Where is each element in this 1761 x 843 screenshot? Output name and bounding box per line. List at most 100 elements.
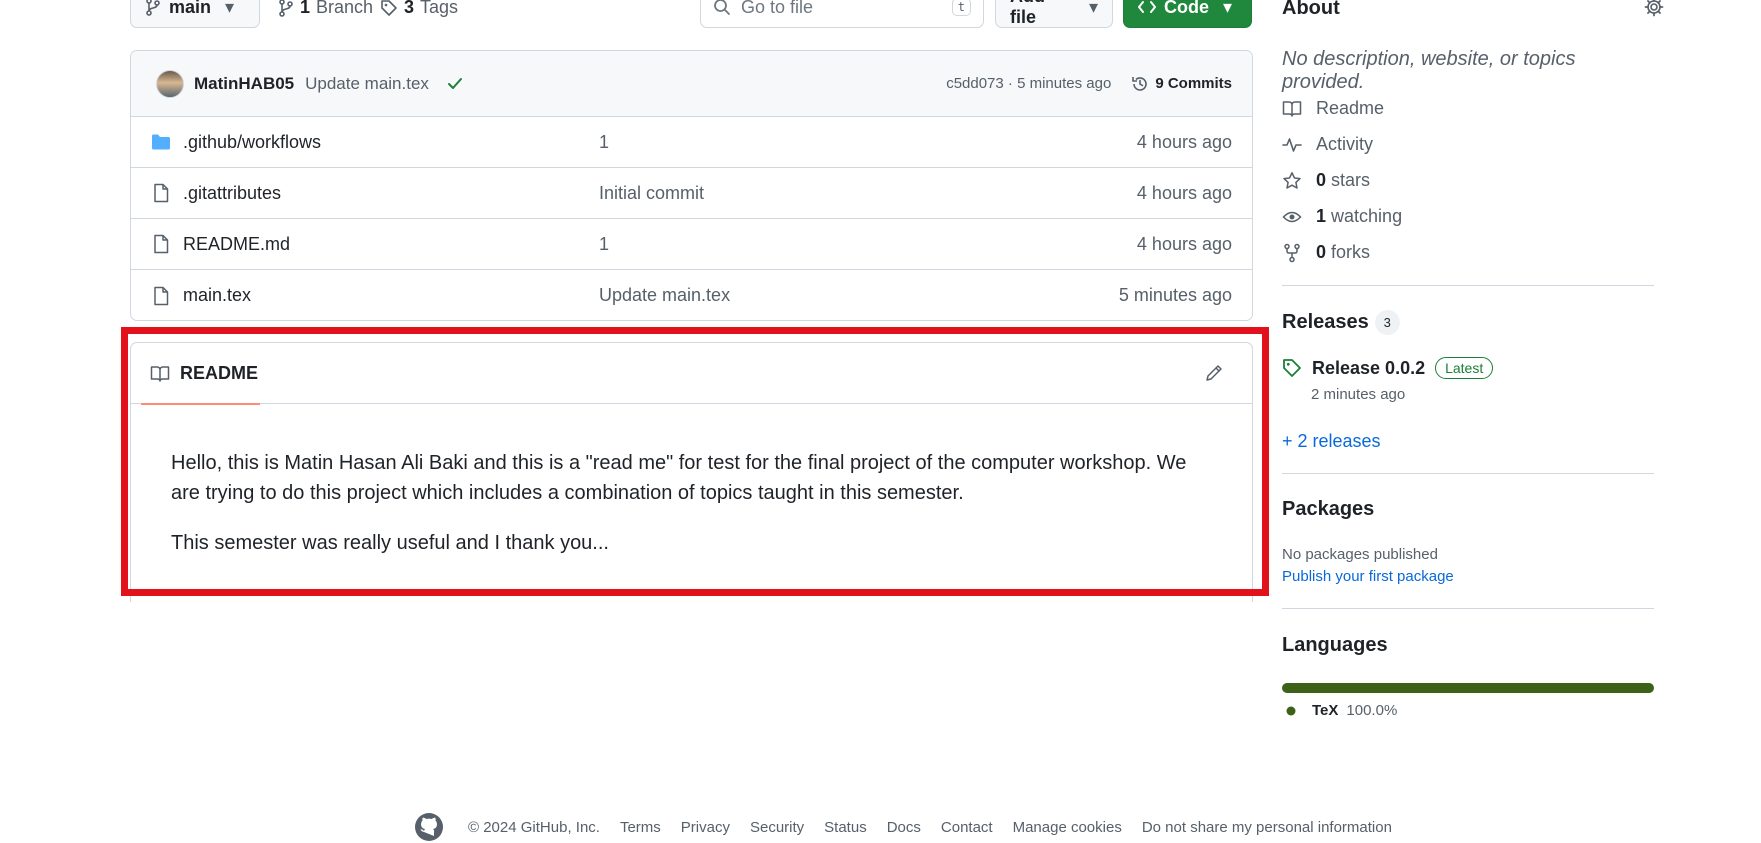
file-updated-time: 4 hours ago	[1136, 131, 1232, 152]
branch-icon	[145, 0, 161, 16]
footer-link-security[interactable]: Security	[750, 819, 804, 836]
highlight-box	[121, 327, 1269, 596]
file-icon	[151, 234, 171, 254]
file-commit-message[interactable]: 1	[599, 234, 609, 255]
pulse-icon	[1282, 136, 1302, 154]
tags-link[interactable]: 3 Tags	[380, 0, 458, 18]
language-item-tex[interactable]: TeX 100.0%	[1286, 702, 1397, 719]
footer-link-manage-cookies[interactable]: Manage cookies	[1013, 819, 1122, 836]
code-label: Code	[1164, 0, 1209, 17]
releases-count-badge: 3	[1374, 310, 1400, 335]
file-name-link[interactable]: main.tex	[183, 285, 251, 306]
more-releases-link[interactable]: + 2 releases	[1282, 431, 1381, 452]
fork-icon	[1282, 243, 1302, 263]
release-time: 2 minutes ago	[1311, 386, 1406, 403]
file-updated-time: 4 hours ago	[1136, 182, 1232, 203]
release-name: Release 0.0.2	[1312, 357, 1426, 378]
chevron-down-icon: ▾	[225, 0, 235, 17]
latest-badge: Latest	[1435, 357, 1494, 379]
commits-history-link[interactable]: 9 Commits	[1131, 75, 1232, 93]
watching-count: 1	[1316, 206, 1327, 226]
tag-icon	[1282, 358, 1302, 378]
book-icon	[1282, 100, 1302, 118]
table-row: .github/workflows 1 4 hours ago	[131, 117, 1252, 168]
table-row: README.md 1 4 hours ago	[131, 219, 1252, 270]
page-footer: © 2024 GitHub, Inc. Terms Privacy Securi…	[414, 812, 1392, 842]
folder-icon	[151, 133, 171, 151]
file-name-link[interactable]: .gitattributes	[183, 183, 281, 204]
activity-link[interactable]: Activity	[1282, 134, 1373, 155]
sidebar-divider	[1282, 608, 1654, 609]
chevron-down-icon: ▾	[1088, 0, 1098, 17]
file-commit-message[interactable]: Initial commit	[599, 183, 704, 204]
keyboard-shortcut-hint: t	[951, 0, 971, 16]
footer-copyright: © 2024 GitHub, Inc.	[468, 818, 600, 836]
file-browser: MatinHAB05 Update main.tex c5dd073 · 5 m…	[130, 50, 1253, 321]
search-placeholder: Go to file	[741, 0, 814, 17]
releases-heading[interactable]: Releases 3	[1282, 310, 1654, 335]
commit-hash-time[interactable]: c5dd073 · 5 minutes ago	[946, 75, 1111, 92]
branch-name: main	[169, 0, 212, 17]
branches-link[interactable]: 1 Branch	[278, 0, 373, 18]
file-commit-message[interactable]: Update main.tex	[599, 285, 730, 306]
branch-count-label: Branch	[316, 0, 374, 17]
table-row: .gitattributes Initial commit 4 hours ag…	[131, 168, 1252, 219]
forks-link[interactable]: 0 forks	[1282, 242, 1370, 263]
file-name-link[interactable]: README.md	[183, 234, 290, 255]
branch-count: 1	[300, 0, 311, 17]
code-icon	[1138, 0, 1156, 14]
releases-title: Releases	[1282, 310, 1369, 333]
publish-package-link[interactable]: Publish your first package	[1282, 568, 1454, 585]
github-logo-icon[interactable]	[414, 812, 444, 842]
tag-count: 3	[404, 0, 415, 17]
stars-label: stars	[1331, 170, 1371, 190]
packages-title[interactable]: Packages	[1282, 498, 1654, 521]
watchers-link[interactable]: 1 watching	[1282, 206, 1402, 227]
footer-link-privacy[interactable]: Privacy	[681, 819, 730, 836]
file-commit-message[interactable]: 1	[599, 132, 609, 153]
stars-count: 0	[1316, 170, 1327, 190]
readme-link[interactable]: Readme	[1282, 98, 1384, 119]
footer-link-do-not-share[interactable]: Do not share my personal information	[1142, 819, 1392, 836]
avatar[interactable]	[156, 69, 184, 98]
chevron-down-icon: ▾	[1223, 0, 1233, 17]
about-title: About	[1282, 0, 1340, 19]
footer-link-terms[interactable]: Terms	[620, 819, 661, 836]
stars-link[interactable]: 0 stars	[1282, 170, 1370, 191]
footer-link-docs[interactable]: Docs	[887, 819, 921, 836]
sidebar-divider	[1282, 473, 1654, 474]
check-icon[interactable]	[447, 77, 463, 91]
packages-empty-text: No packages published	[1282, 546, 1438, 563]
latest-commit-bar: MatinHAB05 Update main.tex c5dd073 · 5 m…	[131, 51, 1252, 117]
code-button[interactable]: Code ▾	[1123, 0, 1252, 28]
file-icon	[151, 286, 171, 306]
eye-icon	[1282, 209, 1302, 225]
go-to-file-input[interactable]: Go to file t	[700, 0, 984, 28]
branch-icon	[278, 0, 294, 17]
branch-select-button[interactable]: main ▾	[130, 0, 260, 28]
readme-link-label: Readme	[1316, 98, 1385, 118]
sidebar-divider	[1282, 285, 1654, 286]
language-name: TeX	[1312, 702, 1339, 719]
file-icon	[151, 183, 171, 203]
latest-release-link[interactable]: Release 0.0.2 Latest	[1282, 357, 1494, 379]
about-description: No description, website, or topics provi…	[1282, 48, 1576, 93]
commits-count-label: 9 Commits	[1155, 75, 1232, 92]
file-name-link[interactable]: .github/workflows	[183, 132, 321, 153]
tag-icon	[380, 0, 398, 17]
commit-author-link[interactable]: MatinHAB05	[194, 74, 294, 94]
footer-link-contact[interactable]: Contact	[941, 819, 993, 836]
table-row: main.tex Update main.tex 5 minutes ago	[131, 270, 1252, 320]
gear-icon[interactable]	[1644, 0, 1664, 17]
activity-link-label: Activity	[1316, 134, 1374, 154]
language-bar-tex	[1282, 683, 1654, 693]
forks-count: 0	[1316, 242, 1327, 262]
add-file-button[interactable]: Add file ▾	[995, 0, 1113, 28]
add-file-label: Add file	[1010, 0, 1045, 27]
footer-link-status[interactable]: Status	[824, 819, 867, 836]
commit-message-link[interactable]: Update main.tex	[305, 74, 429, 94]
star-icon	[1282, 171, 1302, 191]
language-percent: 100.0%	[1346, 702, 1398, 719]
search-icon	[713, 0, 731, 16]
tag-count-label: Tags	[420, 0, 459, 17]
